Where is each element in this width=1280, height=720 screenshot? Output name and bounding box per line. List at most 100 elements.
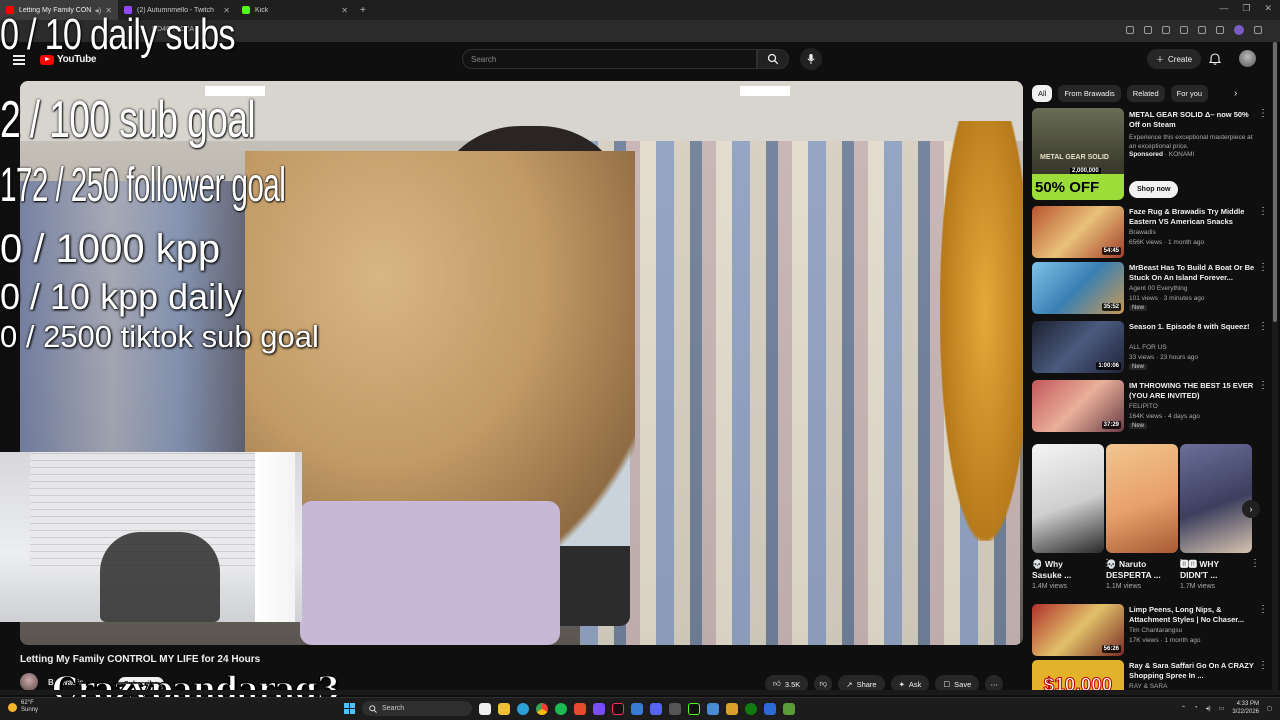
sidebar-icon[interactable] [1198, 26, 1206, 34]
extensions-icon[interactable] [1180, 26, 1188, 34]
wifi-icon[interactable]: ◔ [1194, 705, 1198, 711]
video-thumbnail[interactable]: 1:00:06 [1032, 321, 1124, 373]
video-thumbnail[interactable]: 35:52 [1032, 262, 1124, 314]
list-item[interactable]: 56:26 Limp Peens, Long Nips, & Attachmen… [1032, 604, 1272, 656]
app-icon[interactable] [593, 702, 605, 715]
more-vertical-icon[interactable]: ⋮ [1258, 207, 1268, 217]
xbox-icon[interactable] [745, 702, 757, 715]
rec-channel[interactable]: RAY & SARA [1129, 683, 1167, 690]
shorts-next-chevron-icon[interactable]: › [1242, 500, 1260, 518]
list-item[interactable]: $10,000 Ray & Sara Saffari Go On A CRAZY… [1032, 660, 1272, 690]
more-vertical-icon[interactable]: ⋮ [1258, 605, 1268, 615]
search-input[interactable]: Search [462, 49, 757, 69]
list-item[interactable]: 54:45 Faze Rug & Brawadis Try Middle Eas… [1032, 206, 1272, 258]
horizontal-scrollbar[interactable] [0, 690, 1280, 695]
notifications-bell-icon[interactable] [1209, 52, 1221, 65]
video-thumbnail[interactable]: 54:45 [1032, 206, 1124, 258]
close-tab-icon[interactable]: ✕ [341, 6, 348, 15]
list-item[interactable]: 35:52 MrBeast Has To Build A Boat Or Be … [1032, 262, 1272, 314]
discord-icon[interactable] [650, 702, 662, 715]
short-item[interactable]: 💀 Why Sasuke ... 1.4M views ⋮ [1032, 444, 1112, 590]
taskbar-search[interactable]: Search [362, 701, 472, 716]
close-window-icon[interactable]: ✕ [1264, 3, 1272, 14]
short-thumbnail[interactable] [1032, 444, 1104, 553]
ad-title[interactable]: METAL GEAR SOLID Δ– now 50% Off on Steam [1129, 110, 1253, 130]
weather-widget[interactable]: 62°F Sunny [8, 700, 38, 714]
notifications-icon[interactable]: ◻ [1267, 705, 1272, 712]
short-thumbnail[interactable] [1106, 444, 1178, 553]
page-scrollbar[interactable] [1272, 42, 1278, 692]
rec-channel[interactable]: Tim Chantarangsu [1129, 627, 1182, 634]
rec-channel[interactable]: FELIPITO [1129, 403, 1158, 410]
short-item[interactable]: 🅱🆁 WHY DIDN'T ... 1.7M views ⋮ [1180, 444, 1260, 590]
minecraft-icon[interactable] [783, 702, 795, 715]
ad-thumbnail[interactable]: METAL GEAR SOLID 2,000,000 50% OFF [1032, 108, 1124, 200]
more-vertical-icon[interactable]: ⋮ [1258, 661, 1268, 671]
sidebar-ad[interactable]: METAL GEAR SOLID 2,000,000 50% OFF METAL… [1032, 108, 1272, 200]
tiktok-icon[interactable] [612, 702, 624, 715]
more-vertical-icon[interactable]: ⋮ [1258, 109, 1268, 119]
rec-title[interactable]: Ray & Sara Saffari Go On A CRAZY Shoppin… [1129, 661, 1257, 681]
maximize-icon[interactable]: ❐ [1242, 3, 1250, 14]
rec-title[interactable]: IM THROWING THE BEST 15 EVER (YOU ARE IN… [1129, 381, 1257, 401]
new-tab-button[interactable]: + [360, 5, 366, 16]
battery-icon[interactable]: ▭ [1219, 705, 1225, 712]
account-avatar[interactable] [1239, 50, 1256, 67]
more-vertical-icon[interactable]: ⋮ [1258, 381, 1268, 391]
chip-for-you[interactable]: For you [1170, 85, 1209, 102]
more-vertical-icon[interactable]: ⋮ [1258, 263, 1268, 273]
cast-icon[interactable] [1126, 26, 1134, 34]
rec-title[interactable]: Limp Peens, Long Nips, & Attachment Styl… [1129, 605, 1257, 625]
minimize-icon[interactable]: — [1219, 3, 1228, 14]
app-icon[interactable] [631, 702, 643, 715]
chevron-up-icon[interactable]: ⌃ [1181, 705, 1186, 712]
video-thumbnail[interactable]: $10,000 [1032, 660, 1124, 690]
channel-avatar[interactable] [20, 673, 38, 691]
video-thumbnail[interactable]: 56:26 [1032, 604, 1124, 656]
download-icon[interactable] [1216, 26, 1224, 34]
short-title[interactable]: 💀 Why Sasuke ... [1032, 559, 1104, 581]
app-icon[interactable] [669, 702, 681, 715]
app-icon[interactable] [764, 702, 776, 715]
chrome-icon[interactable] [536, 702, 548, 715]
volume-icon[interactable]: ◂) [1206, 705, 1211, 712]
short-title[interactable]: 💀 Naruto DESPERTA ... [1106, 559, 1178, 581]
scrollbar-thumb[interactable] [1273, 42, 1277, 322]
edge-icon[interactable] [517, 702, 529, 715]
list-item[interactable]: 1:00:06 Season 1. Episode 8 with Squeez!… [1032, 321, 1272, 373]
zoom-icon[interactable] [1144, 26, 1152, 34]
clock[interactable]: 4:33 PM 3/22/2026 [1232, 700, 1259, 716]
rec-title[interactable]: Season 1. Episode 8 with Squeez! [1129, 322, 1257, 332]
rec-title[interactable]: Faze Rug & Brawadis Try Middle Eastern V… [1129, 207, 1257, 227]
video-thumbnail[interactable]: 37:29 [1032, 380, 1124, 432]
windows-start-icon[interactable] [344, 703, 355, 714]
task-view-icon[interactable] [479, 702, 491, 715]
app-icon[interactable] [707, 702, 719, 715]
chip-all[interactable]: All [1032, 85, 1053, 102]
more-vertical-icon[interactable]: ⋮ [1258, 322, 1268, 332]
chips-next-chevron-icon[interactable]: › [1234, 88, 1237, 99]
app-icon[interactable] [574, 702, 586, 715]
more-vertical-icon[interactable]: ⋮ [1250, 559, 1260, 569]
short-thumbnail[interactable] [1180, 444, 1252, 553]
short-title[interactable]: 🅱🆁 WHY DIDN'T ... [1180, 559, 1252, 581]
file-explorer-icon[interactable] [498, 702, 510, 715]
chip-related[interactable]: Related [1126, 85, 1165, 102]
rec-channel[interactable]: ALL FOR US [1129, 344, 1167, 351]
search-button[interactable] [757, 49, 789, 69]
rec-channel[interactable]: Agent 00 Everything [1129, 285, 1188, 292]
shop-now-button[interactable]: Shop now [1129, 181, 1179, 198]
short-item[interactable]: 💀 Naruto DESPERTA ... 1.1M views ⋮ [1106, 444, 1186, 590]
voice-search-button[interactable] [800, 48, 822, 70]
chip-from-channel[interactable]: From Brawadis [1058, 85, 1121, 102]
menu-icon[interactable] [1254, 26, 1262, 34]
spotify-icon[interactable] [555, 702, 567, 715]
tab-kick[interactable]: Kick ✕ [236, 0, 354, 20]
profile-avatar-icon[interactable] [1234, 25, 1244, 35]
rec-channel[interactable]: Brawadis [1129, 229, 1156, 236]
app-icon[interactable] [726, 702, 738, 715]
star-icon[interactable] [1162, 26, 1170, 34]
kick-icon[interactable] [688, 702, 700, 715]
create-button[interactable]: ＋ Create [1147, 49, 1202, 69]
rec-title[interactable]: MrBeast Has To Build A Boat Or Be Stuck … [1129, 263, 1257, 283]
